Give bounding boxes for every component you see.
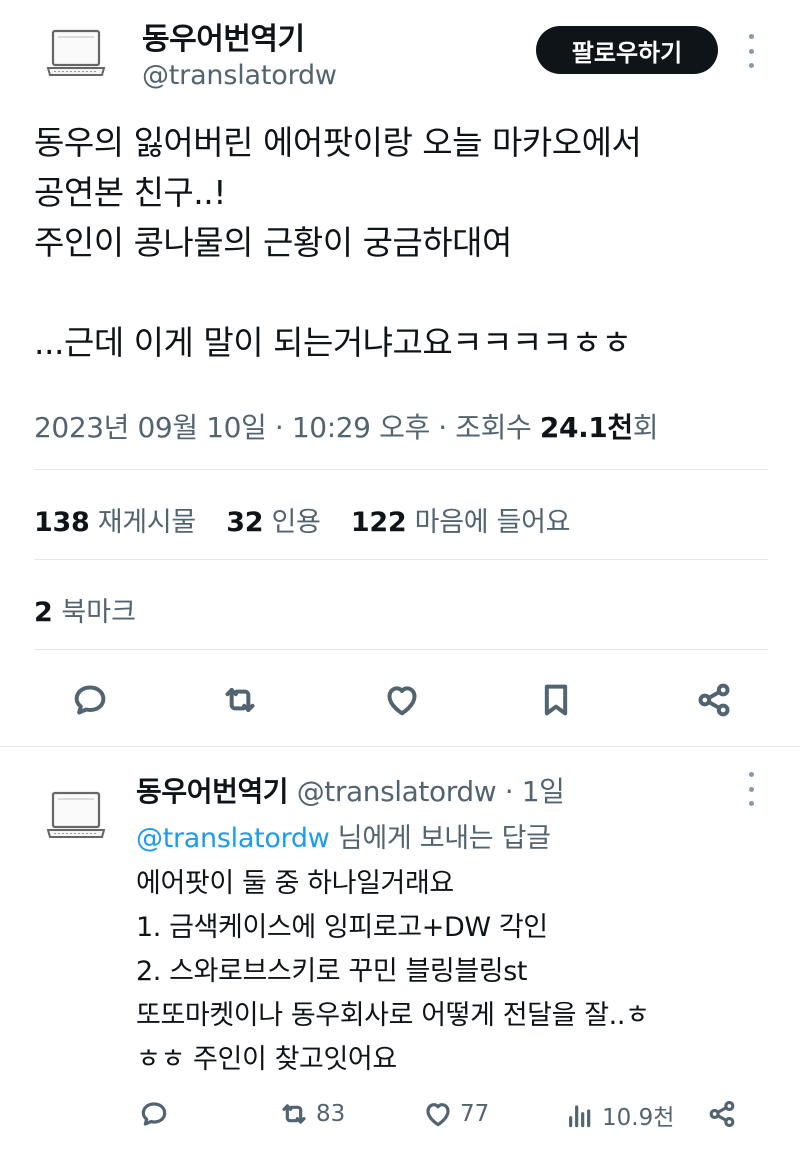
separator-dot: · (496, 775, 522, 808)
tweet-text-line: ...근데 이게 말이 되는거냐고요ㅋㅋㅋㅋㅎㅎ (34, 323, 632, 362)
reply-actions: 83 77 10.9천 (0, 1098, 800, 1148)
author-handle[interactable]: @translatordw (142, 60, 337, 91)
timestamp-text: 2023년 09월 10일 · 10:29 오후 · 조회수 (34, 411, 540, 444)
laptop-icon (46, 791, 106, 838)
quotes-count: 32 (226, 507, 264, 538)
reply-time[interactable]: 1일 (522, 775, 565, 808)
repost-button[interactable]: 83 (278, 1098, 345, 1130)
avatar[interactable] (44, 28, 108, 80)
more-options-icon[interactable] (745, 772, 757, 806)
quotes-stat[interactable]: 32 인용 (226, 507, 321, 538)
avatar[interactable] (44, 790, 108, 842)
more-options-icon[interactable] (745, 34, 757, 68)
like-button[interactable]: 77 (422, 1098, 489, 1130)
reply-text-line: 2. 스와로브스키로 꾸민 블링블링st (136, 956, 528, 987)
share-button[interactable] (706, 1098, 738, 1130)
views-count: 24.1천 (539, 411, 633, 444)
repost-icon (282, 1104, 306, 1124)
bookmarks-label: 북마크 (61, 597, 136, 628)
author-name[interactable]: 동우어번역기 (142, 14, 305, 58)
share-button[interactable] (690, 676, 738, 724)
reply-to-line: @translatordw 님에게 보내는 답글 (136, 816, 551, 855)
analytics-icon (569, 1105, 591, 1128)
tweet-actions (0, 676, 800, 732)
bookmarks-stat[interactable]: 2 북마크 (34, 590, 136, 629)
reply-author-handle[interactable]: @translatordw (297, 775, 497, 808)
reply-author-name[interactable]: 동우어번역기 (136, 775, 289, 808)
repost-icon (225, 688, 255, 712)
reply-icon (74, 685, 106, 715)
reply-to-handle-link[interactable]: @translatordw (136, 823, 330, 854)
follow-button[interactable]: 팔로우하기 (536, 26, 718, 74)
reply-icon (141, 1102, 167, 1126)
reposts-stat[interactable]: 138 재게시물 (34, 507, 196, 538)
reply-button[interactable] (66, 676, 114, 724)
reposts-label: 재게시물 (97, 507, 196, 538)
reply-text-line: 1. 금색케이스에 잉피로고+DW 각인 (136, 912, 548, 943)
likes-count: 122 (350, 507, 407, 538)
like-icon (426, 1103, 450, 1127)
reply-header: 동우어번역기 @translatordw · 1일 (136, 770, 565, 810)
views-count: 10.9천 (602, 1105, 675, 1131)
divider (34, 559, 768, 560)
repost-button[interactable] (216, 676, 264, 724)
likes-label: 마음에 들어요 (414, 507, 571, 538)
tweet-text-line (34, 268, 774, 318)
bookmark-icon (544, 684, 568, 716)
repost-count: 83 (316, 1101, 346, 1127)
reposts-count: 138 (34, 507, 90, 538)
tweet-text-line: 동우의 잃어버린 에어팟이랑 오늘 마카오에서 (34, 123, 642, 162)
reply-text: 에어팟이 둘 중 하나일거래요 1. 금색케이스에 잉피로고+DW 각인 2. … (136, 862, 776, 1082)
like-button[interactable] (378, 676, 426, 724)
divider (34, 469, 768, 470)
bookmarks-count: 2 (34, 597, 53, 628)
laptop-icon (46, 29, 106, 76)
engagement-stats: 138 재게시물 32 인용 122 마음에 들어요 (34, 500, 592, 539)
tweet-text-line: 공연본 친구..! (34, 173, 227, 212)
views-button[interactable]: 10.9천 (564, 1098, 674, 1132)
reply-text-line: 또또마켓이나 동우회사로 어떻게 전달을 잘..ㅎ (136, 1000, 650, 1031)
tweet-text: 동우의 잃어버린 에어팟이랑 오늘 마카오에서 공연본 친구..! 주인이 콩나… (34, 118, 774, 368)
bookmark-button[interactable] (532, 676, 580, 724)
divider (34, 649, 768, 650)
tweet-text-line: 주인이 콩나물의 근황이 궁금하대여 (34, 223, 512, 262)
tweet-timestamp[interactable]: 2023년 09월 10일 · 10:29 오후 · 조회수 24.1천회 (34, 406, 659, 446)
share-icon (709, 1100, 735, 1128)
reply-text-line: ㅎㅎ 주인이 찾고잇어요 (136, 1044, 397, 1075)
likes-stat[interactable]: 122 마음에 들어요 (350, 507, 571, 538)
like-count: 77 (460, 1101, 490, 1127)
reply-button[interactable] (138, 1098, 170, 1130)
quotes-label: 인용 (271, 507, 321, 538)
tweet-header: 동우어번역기 @translatordw 팔로우하기 (0, 0, 800, 110)
share-icon (698, 683, 730, 717)
reply-to-suffix: 님에게 보내는 답글 (329, 823, 551, 854)
views-suffix: 회 (632, 411, 659, 444)
divider (0, 746, 800, 747)
like-icon (387, 686, 417, 716)
reply-text-line: 에어팟이 둘 중 하나일거래요 (136, 868, 454, 899)
